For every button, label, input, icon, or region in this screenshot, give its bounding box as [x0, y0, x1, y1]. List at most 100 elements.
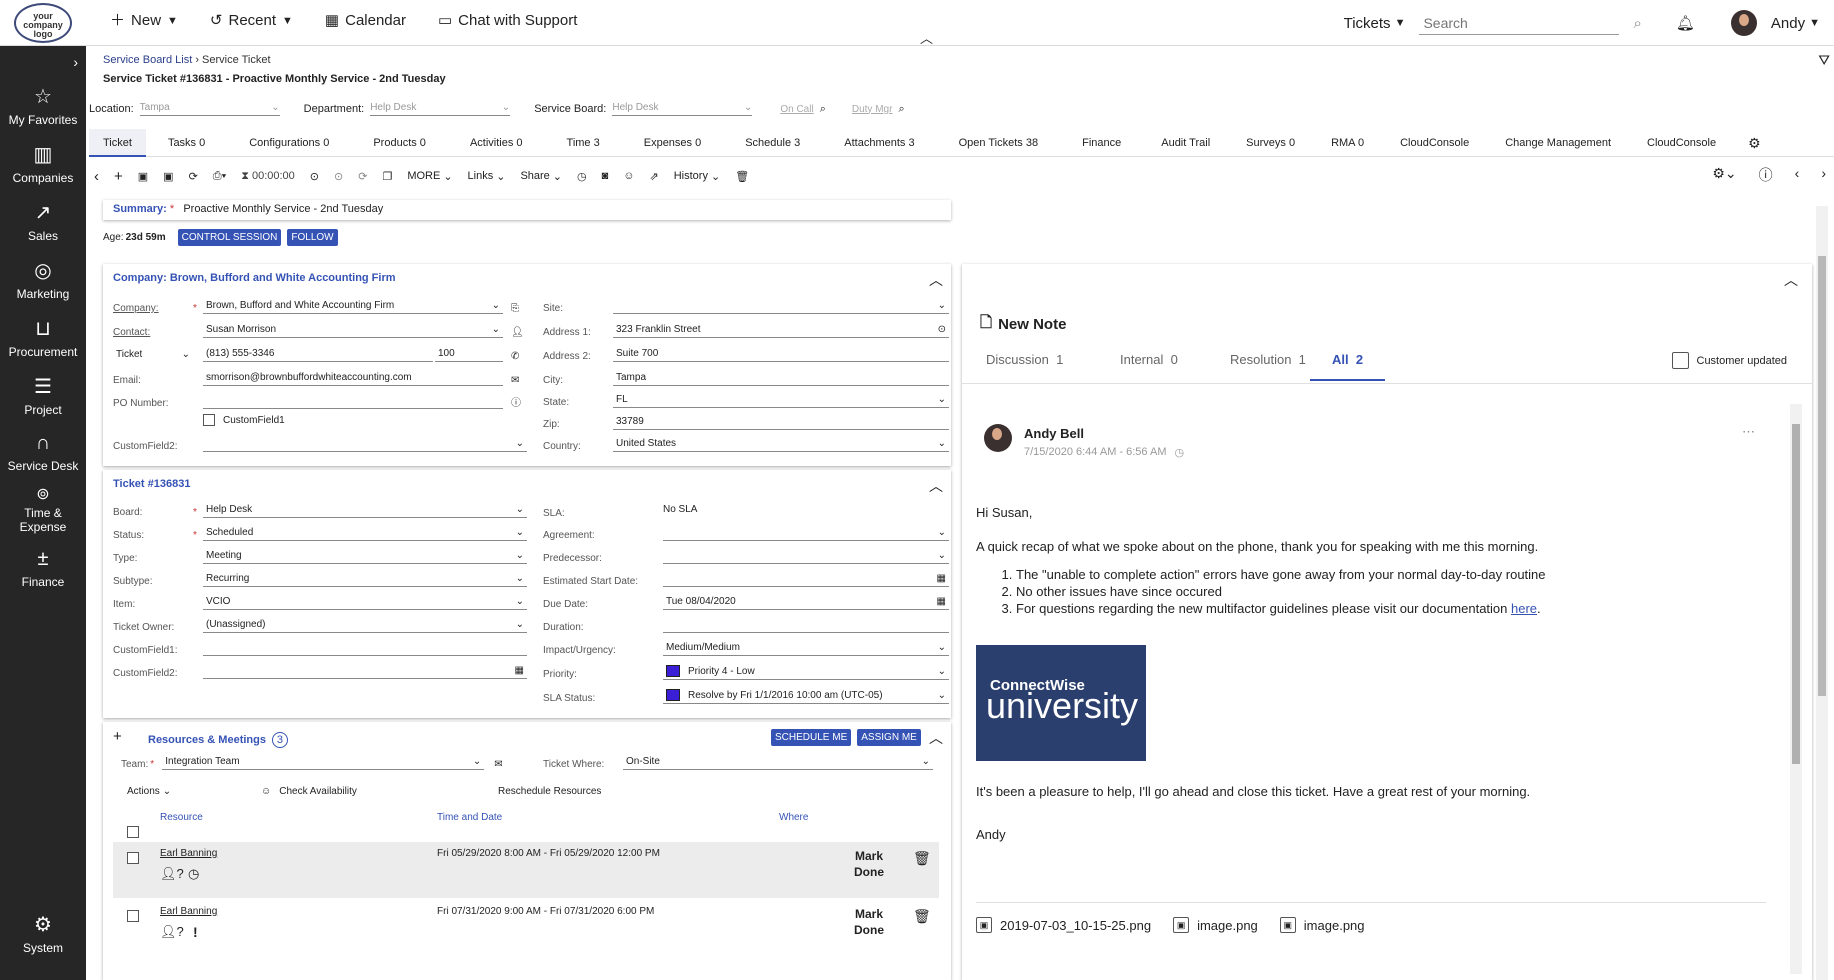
attachment[interactable]: ▣ image.png — [1173, 917, 1258, 933]
person-icon[interactable]: 👤︎ — [511, 327, 524, 338]
tab-schedule[interactable]: Schedule 3 — [723, 129, 822, 157]
more-options-icon[interactable]: ⋯ — [1742, 424, 1755, 440]
sidebar-item-procurement[interactable]: ⊔ Procurement — [0, 316, 86, 359]
help-icon[interactable]: ⓘ — [1759, 165, 1773, 185]
tab-finance[interactable]: Finance — [1060, 129, 1143, 157]
search-icon[interactable]: ⌕ — [1633, 15, 1641, 32]
info-icon[interactable]: ⓘ — [511, 394, 521, 409]
tab-resolution[interactable]: Resolution 1 — [1230, 352, 1306, 367]
expand-sidebar-icon[interactable]: › — [73, 54, 78, 70]
trash-icon[interactable]: 🗑︎ — [735, 170, 749, 183]
sidebar-item-time-expense[interactable]: ⊚ Time & Expense — [0, 484, 86, 534]
assign-me-button[interactable]: ASSIGN ME — [857, 729, 921, 746]
back-icon[interactable]: ‹ — [94, 168, 99, 185]
tab-expenses[interactable]: Expenses 0 — [622, 129, 723, 157]
country-select[interactable]: United States ⌄ — [613, 438, 949, 452]
impact-select[interactable]: Medium/Medium ⌄ — [663, 642, 949, 656]
tab-ticket[interactable]: Ticket — [89, 129, 146, 157]
customer-updated-checkbox[interactable] — [1671, 352, 1689, 369]
tab-all[interactable]: All 2 — [1310, 352, 1386, 381]
tab-audit-trail[interactable]: Audit Trail — [1143, 129, 1228, 157]
status-select[interactable]: Scheduled ⌄ — [203, 527, 527, 541]
attachment[interactable]: ▣ 2019-07-03_10-15-25.png — [976, 917, 1151, 933]
external-link-icon[interactable]: ⇗ — [650, 170, 659, 183]
summary-field[interactable]: Summary: * Proactive Monthly Service - 2… — [103, 200, 951, 220]
trash-icon[interactable]: 🗑︎ — [913, 850, 931, 867]
chevron-up-icon[interactable]: ︿ — [929, 476, 943, 496]
add-resource-icon[interactable]: + — [113, 728, 122, 745]
calendar-icon[interactable]: ▦ — [515, 665, 524, 676]
clock-icon[interactable]: ◷ — [577, 170, 587, 183]
filter-icon[interactable]: ⛛ — [1818, 52, 1830, 69]
resource-link[interactable]: Earl Banning — [160, 848, 217, 859]
map-pin-icon[interactable]: ⊙ — [938, 324, 946, 335]
tab-configurations[interactable]: Configurations 0 — [227, 129, 351, 157]
resource-link[interactable]: Earl Banning — [160, 906, 217, 917]
next-ticket-icon[interactable]: › — [1821, 165, 1826, 185]
notes-scrollbar-thumb[interactable] — [1792, 424, 1800, 764]
chevron-up-icon[interactable]: ︿ — [929, 270, 943, 290]
timer-stop-icon[interactable]: ⊙ — [334, 170, 343, 183]
camera-icon[interactable]: ◙ — [602, 170, 609, 182]
phone-icon[interactable]: ✆ — [511, 351, 519, 362]
tab-activities[interactable]: Activities 0 — [448, 129, 545, 157]
tab-settings-gear[interactable]: ⚙ — [1734, 129, 1775, 157]
ticket-where-select[interactable]: On-Site ⌄ — [623, 756, 933, 770]
duration-input[interactable] — [663, 619, 949, 633]
sla-status-select[interactable]: Resolve by Fri 1/1/2016 10:00 am (UTC-05… — [663, 689, 949, 704]
t-customfield2-input[interactable]: ▦ — [203, 665, 527, 679]
predecessor-select[interactable]: ⌄ — [663, 550, 949, 564]
mark-done-button[interactable]: Mark Done — [849, 848, 889, 880]
customfield2-select[interactable]: ⌄ — [203, 438, 527, 452]
zip-input[interactable]: 33789 — [613, 416, 949, 430]
documentation-link[interactable]: here — [1511, 601, 1537, 616]
new-company-icon[interactable]: ⎘ — [511, 303, 519, 314]
refresh-icon[interactable]: ⟳ — [189, 170, 198, 183]
sidebar-item-finance[interactable]: ± Finance — [0, 548, 86, 589]
sidebar-item-system[interactable]: ⚙ System — [0, 912, 86, 955]
department-select[interactable]: Help Desk ⌄ — [370, 102, 511, 116]
po-input[interactable] — [203, 395, 503, 409]
mark-done-button[interactable]: Mark Done — [849, 906, 889, 938]
sidebar-item-project[interactable]: ☰ Project — [0, 374, 86, 417]
address1-input[interactable]: 323 Franklin Street ⊙ — [613, 324, 949, 338]
breadcrumb-link[interactable]: Service Board List — [103, 54, 192, 66]
contact-select[interactable]: Susan Morrison ⌄ — [203, 324, 503, 338]
phone-type-select[interactable]: Ticket ⌄ — [113, 349, 193, 362]
tab-rma[interactable]: RMA 0 — [1313, 129, 1382, 157]
user-circle-icon[interactable]: ☺ — [623, 170, 634, 182]
mail-icon[interactable]: ✉ — [494, 759, 502, 770]
board-select[interactable]: Help Desk ⌄ — [612, 102, 753, 116]
main-scrollbar[interactable] — [1816, 206, 1828, 980]
location-select[interactable]: Tampa ⌄ — [139, 102, 280, 116]
tab-open-tickets[interactable]: Open Tickets 38 — [937, 129, 1061, 157]
reschedule-button[interactable]: Reschedule Resources — [498, 786, 601, 797]
email-input[interactable]: smorrison@brownbuffordwhiteaccounting.co… — [203, 372, 503, 386]
row-checkbox[interactable] — [127, 910, 139, 922]
sidebar-item-sales[interactable]: ↗ Sales — [0, 200, 86, 243]
bell-icon[interactable]: 🔔︎ — [1676, 14, 1695, 32]
sidebar-item-service-desk[interactable]: ∩ Service Desk — [0, 432, 86, 473]
state-select[interactable]: FL ⌄ — [613, 394, 949, 408]
tab-attachments[interactable]: Attachments 3 — [822, 129, 936, 157]
trash-icon[interactable]: 🗑︎ — [913, 908, 931, 925]
tab-tasks[interactable]: Tasks 0 — [146, 129, 227, 157]
recent-menu[interactable]: ↺ Recent ▼ — [210, 12, 293, 29]
add-icon[interactable]: + — [114, 168, 123, 185]
calendar-icon[interactable]: ▦ — [937, 573, 946, 584]
row-checkbox[interactable] — [127, 852, 139, 864]
avatar[interactable] — [1730, 10, 1757, 36]
main-scrollbar-thumb[interactable] — [1818, 256, 1826, 696]
sidebar-item-favorites[interactable]: ☆ My Favorites — [0, 84, 86, 127]
board-select[interactable]: Help Desk ⌄ — [203, 504, 527, 518]
chevron-up-icon[interactable]: ︿ — [1784, 270, 1798, 290]
attachment[interactable]: ▣ image.png — [1279, 917, 1365, 933]
est-start-input[interactable]: ▦ — [663, 573, 949, 587]
check-availability-button[interactable]: ☺ Check Availability — [261, 786, 357, 797]
tab-surveys[interactable]: Surveys 0 — [1228, 129, 1313, 157]
oncall-link[interactable]: On Call — [780, 104, 813, 115]
copy-icon[interactable]: ❐ — [382, 170, 392, 183]
type-select[interactable]: Meeting ⌄ — [203, 550, 527, 564]
tab-internal[interactable]: Internal 0 — [1120, 352, 1178, 367]
history-menu[interactable]: History ⌄ — [674, 170, 720, 183]
